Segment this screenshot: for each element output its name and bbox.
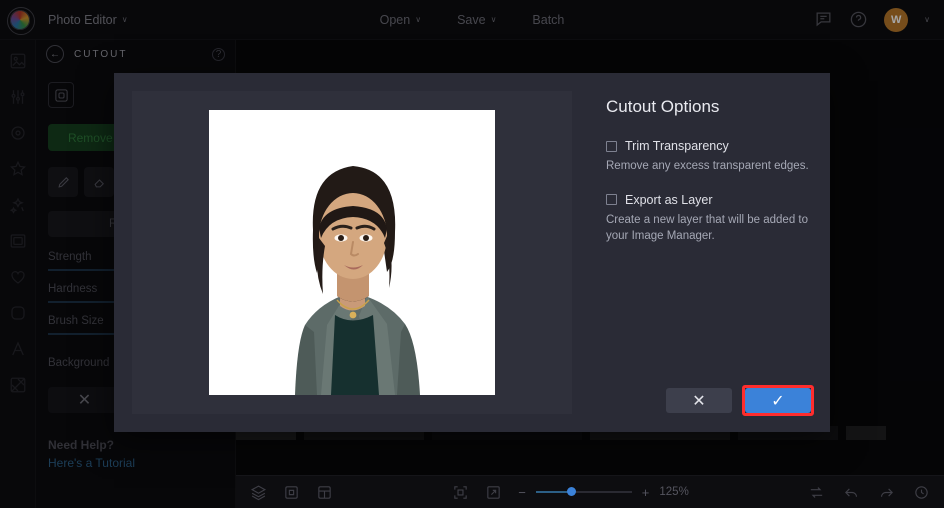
export-as-layer-description: Create a new layer that will be added to…	[606, 213, 809, 243]
preview-frame	[132, 91, 572, 414]
undo-icon[interactable]	[843, 484, 860, 501]
actual-size-icon[interactable]	[485, 484, 502, 501]
compare-icon[interactable]	[316, 484, 333, 501]
zoom-slider-knob[interactable]	[567, 487, 577, 496]
layers-icon[interactable]	[250, 484, 267, 501]
option-export-as-layer: Export as Layer Create a new layer that …	[606, 193, 814, 245]
export-as-layer-checkbox[interactable]	[606, 194, 617, 206]
zoom-out-button[interactable]: −	[518, 485, 526, 500]
modal-confirm-button[interactable]: ✓	[745, 388, 811, 413]
modal-cancel-button[interactable]: ✕	[666, 388, 732, 413]
history-icon[interactable]	[913, 484, 930, 501]
bottom-bar-right	[808, 484, 930, 501]
zoom-slider-fill	[535, 491, 571, 493]
modal-title: Cutout Options	[606, 97, 720, 116]
redo-icon[interactable]	[878, 484, 895, 501]
transform-icon[interactable]	[283, 484, 300, 501]
loop-icon[interactable]	[808, 484, 825, 501]
zoom-level-label: 125%	[659, 486, 689, 498]
trim-transparency-checkbox[interactable]	[606, 140, 617, 152]
zoom-slider[interactable]	[535, 487, 632, 496]
portrait-preview-image	[209, 110, 495, 395]
bottom-bar: − + 125%	[236, 475, 944, 508]
export-as-layer-label: Export as Layer	[625, 192, 713, 207]
trim-transparency-description: Remove any excess transparent edges.	[606, 160, 809, 172]
zoom-in-button[interactable]: +	[642, 485, 650, 500]
option-trim-transparency: Trim Transparency Remove any excess tran…	[606, 139, 814, 175]
photo-editor-app: Photo Editor ∨ Open ∨ Save ∨ Batch W ∨ ←…	[0, 0, 944, 508]
portrait-illustration	[209, 110, 495, 395]
modal-options-pane: Cutout Options Trim Transparency Remove …	[590, 73, 830, 432]
option-export-as-layer-row[interactable]: Export as Layer	[606, 193, 814, 207]
option-trim-transparency-row[interactable]: Trim Transparency	[606, 139, 814, 153]
modal-preview-pane	[114, 73, 590, 432]
cutout-options-modal: Cutout Options Trim Transparency Remove …	[114, 73, 830, 432]
zoom-control: − + 125%	[518, 485, 689, 500]
modal-actions: ✕ ✓	[666, 385, 814, 416]
modal-confirm-highlight: ✓	[742, 385, 814, 416]
fit-screen-icon[interactable]	[452, 484, 469, 501]
trim-transparency-label: Trim Transparency	[625, 139, 729, 153]
